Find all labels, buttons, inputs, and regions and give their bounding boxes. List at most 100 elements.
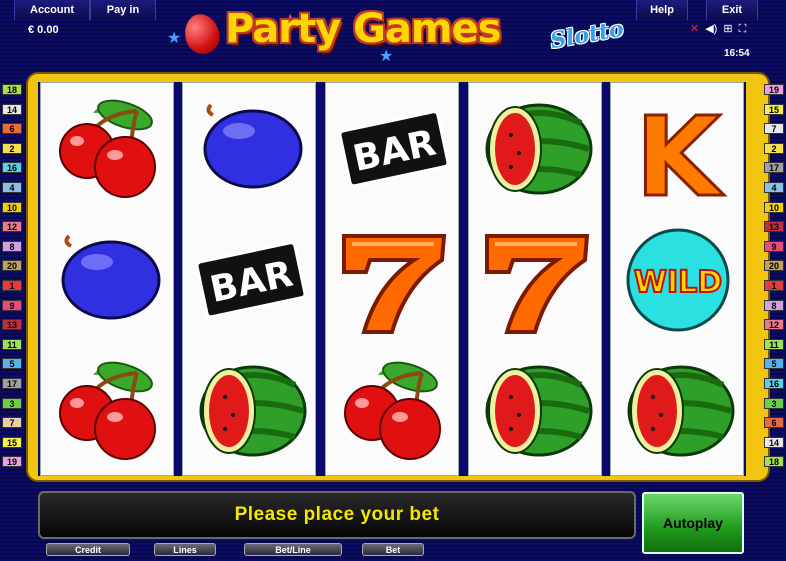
wild-symbol: WILD xyxy=(611,214,745,345)
autoplay-button[interactable]: Autoplay xyxy=(642,492,744,554)
payline-badge[interactable]: 15 xyxy=(2,436,22,448)
cherry-icon xyxy=(344,361,441,460)
reel-5: K WILD xyxy=(610,82,744,476)
seven-icon xyxy=(485,234,590,334)
seven-symbol xyxy=(326,214,460,345)
plum-icon xyxy=(61,234,161,320)
payline-badge[interactable]: 17 xyxy=(764,162,784,174)
payline-badge[interactable]: 19 xyxy=(764,84,784,95)
cherry-icon xyxy=(59,99,156,198)
clock: 16:54 xyxy=(724,48,750,59)
payline-badge[interactable]: 12 xyxy=(2,221,22,233)
payline-badge[interactable]: 14 xyxy=(2,103,22,115)
payline-badge[interactable]: 20 xyxy=(2,260,22,272)
payline-badge[interactable]: 9 xyxy=(2,299,22,311)
bar-icon: BAR xyxy=(195,241,307,319)
svg-text:WILD: WILD xyxy=(634,265,722,300)
payline-badge[interactable]: 17 xyxy=(2,378,22,389)
cherry-icon xyxy=(59,361,156,460)
payline-badge[interactable]: 2 xyxy=(2,142,22,154)
payline-badge[interactable]: 5 xyxy=(764,358,784,370)
watermelon-symbol xyxy=(469,83,603,214)
bar-symbol: BAR xyxy=(326,83,460,214)
watermelon-icon xyxy=(485,365,593,457)
payline-badge[interactable]: 19 xyxy=(2,456,22,468)
payline-badge[interactable]: 1 xyxy=(2,280,22,291)
seven-icon xyxy=(342,234,447,334)
payline-badge[interactable]: 7 xyxy=(764,123,784,135)
payline-badge[interactable]: 7 xyxy=(2,417,22,429)
seven-symbol xyxy=(469,214,603,345)
payline-badge[interactable]: 9 xyxy=(764,240,784,252)
account-button[interactable]: Account xyxy=(14,0,90,20)
watermelon-symbol xyxy=(183,345,317,476)
sound-icon[interactable]: ◀) xyxy=(705,23,717,35)
watermelon-symbol xyxy=(611,345,745,476)
mute-icon[interactable]: ✕ xyxy=(690,23,699,35)
payline-badge[interactable]: 11 xyxy=(2,338,22,350)
pay-in-button[interactable]: Pay in xyxy=(90,0,156,20)
king-icon: K xyxy=(634,92,726,215)
reels-area: BAR BAR K WILD xyxy=(38,82,746,476)
logo-title: Party Games xyxy=(225,6,502,52)
cherry-symbol xyxy=(41,345,175,476)
payline-badge[interactable]: 13 xyxy=(2,319,22,331)
bet-label: Bet xyxy=(362,543,424,556)
reel-4 xyxy=(468,82,602,476)
reel-3: BAR xyxy=(325,82,459,476)
payline-badge[interactable]: 18 xyxy=(2,84,22,95)
plum-icon xyxy=(203,103,303,189)
payline-badge[interactable]: 16 xyxy=(2,162,22,174)
cherry-symbol xyxy=(326,345,460,476)
payline-badge[interactable]: 15 xyxy=(764,103,784,115)
payline-badge[interactable]: 6 xyxy=(764,417,784,429)
payline-badge[interactable]: 10 xyxy=(2,201,22,213)
star-icon: ★ xyxy=(167,30,182,47)
payline-badge[interactable]: 4 xyxy=(2,182,22,193)
control-icons: ✕ ◀) ⊞ ⛶ xyxy=(690,22,770,36)
payline-badge[interactable]: 16 xyxy=(764,378,784,389)
plum-symbol xyxy=(41,214,175,345)
message-bar: Please place your bet xyxy=(38,491,636,539)
watermelon-symbol xyxy=(469,345,603,476)
balloon-icon xyxy=(180,10,224,58)
credit-label: Credit xyxy=(46,543,130,556)
king-symbol: K xyxy=(611,83,745,215)
settings-icon[interactable]: ⊞ xyxy=(723,23,732,35)
payline-badge[interactable]: 11 xyxy=(764,338,784,350)
payline-badge[interactable]: 5 xyxy=(2,358,22,370)
payline-badge[interactable]: 8 xyxy=(2,240,22,252)
logo-subtitle: Slotto xyxy=(548,15,626,55)
payline-badge[interactable]: 18 xyxy=(764,456,784,468)
payline-badge[interactable]: 2 xyxy=(764,142,784,154)
payline-badge[interactable]: 14 xyxy=(764,436,784,448)
payline-badge[interactable]: 10 xyxy=(764,201,784,213)
svg-text:K: K xyxy=(635,93,724,214)
payline-badge[interactable]: 3 xyxy=(764,397,784,409)
reel-2: BAR xyxy=(182,82,316,476)
bet-line-label: Bet/Line xyxy=(244,543,342,556)
payline-badge[interactable]: 3 xyxy=(2,397,22,409)
payline-badge[interactable]: 1 xyxy=(764,280,784,291)
plum-symbol xyxy=(183,83,317,214)
payline-badge[interactable]: 6 xyxy=(2,123,22,135)
wild-icon: WILD xyxy=(626,228,730,332)
cherry-symbol xyxy=(41,83,175,214)
watermelon-icon xyxy=(485,103,593,195)
payline-badge[interactable]: 12 xyxy=(764,319,784,331)
status-message: Please place your bet xyxy=(234,504,440,525)
reel-1 xyxy=(40,82,174,476)
bar-symbol: BAR xyxy=(183,214,317,345)
watermelon-icon xyxy=(627,365,735,457)
game-logo: ★ ★ ★ Party Games Slotto xyxy=(165,2,645,70)
payline-badge[interactable]: 4 xyxy=(764,182,784,193)
payline-badge[interactable]: 13 xyxy=(764,221,784,233)
bar-icon: BAR xyxy=(338,110,450,188)
fullscreen-icon[interactable]: ⛶ xyxy=(739,23,747,35)
lines-label: Lines xyxy=(154,543,216,556)
payline-badge[interactable]: 20 xyxy=(764,260,784,272)
payline-badge[interactable]: 8 xyxy=(764,299,784,311)
watermelon-icon xyxy=(199,365,307,457)
exit-button[interactable]: Exit xyxy=(706,0,758,20)
balance-display: € 0.00 xyxy=(28,24,59,36)
